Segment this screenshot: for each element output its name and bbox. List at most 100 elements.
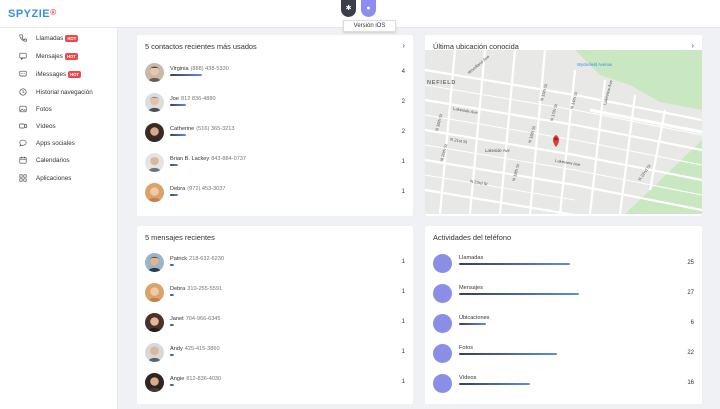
usage-bar [170,264,174,266]
map-label-park: Wyckefield Avenue [577,62,613,67]
logo-text: SPYZIE [8,8,51,20]
usage-bar [170,134,186,136]
contact-name: Brian B. Lackey [170,156,210,162]
sidebar-item-videos[interactable]: Vídeos [18,120,116,132]
chevron-right-icon[interactable]: › [691,41,694,50]
contact-count: 2 [401,129,405,135]
sender-name: Patrick [170,256,188,262]
last-location-card: Última ubicación conocida › Wyckefield A… [425,35,702,216]
spyzie-logo[interactable]: SPYZIE® [8,8,57,20]
os-version-tooltip: Versión iOS [343,20,396,32]
sidebar-item-fotos[interactable]: Fotos [18,103,116,115]
contact-phone: (888) 438-5330 [190,66,229,72]
chevron-right-icon[interactable]: › [402,41,405,50]
message-count: 1 [401,379,405,385]
usage-bar [170,164,178,166]
card-title: 5 contactos recientes más usados [145,42,257,51]
message-count: 1 [401,289,405,295]
sidebar-item-historial[interactable]: Historial navegación [18,86,116,98]
activity-label: Llamadas [459,255,484,261]
contact-name: Debra [170,186,186,192]
android-icon: ✱ [345,5,352,12]
activity-count: 6 [690,320,694,326]
sidebar-item-llamadas[interactable]: Llamadas HOT [18,32,116,44]
video-icon [18,122,27,131]
sender-name: Angie [170,376,185,382]
message-count: 1 [401,259,405,265]
usage-bar [170,354,174,356]
contact-row[interactable]: Joe 812 836-4880 2 [145,93,405,115]
imessage-icon [18,70,27,79]
sidebar-item-apps-sociales[interactable]: Apps sociales [18,137,116,149]
apple-icon: ● [366,5,371,12]
message-count: 1 [401,319,405,325]
phone-activity-card: Actividades del teléfono Llamadas 25 Men… [425,226,702,404]
logo-mark: ® [50,8,57,17]
usage-bar [170,324,174,326]
message-row[interactable]: Patrick 218-632-6230 1 [145,253,405,275]
apps-icon [18,174,27,183]
activity-row-ubicaciones[interactable]: Ubicaciones 6 [433,314,694,336]
activity-dot [433,344,452,363]
phone-icon [18,34,27,43]
activity-row-llamadas[interactable]: Llamadas 25 [433,254,694,276]
activity-dot [433,374,452,393]
message-row[interactable]: Angie 812-836-4030 1 [145,373,405,395]
activity-label: Ubicaciones [459,315,490,321]
hot-badge: HOT [64,52,78,60]
activity-dot [433,314,452,333]
calendar-icon [18,156,27,165]
usage-bar [170,104,186,106]
contact-row[interactable]: Debra (972) 453-3037 1 [145,183,405,205]
activity-count: 25 [687,260,694,266]
activity-count: 27 [687,290,694,296]
contact-count: 1 [401,159,405,165]
sidebar-item-label: Apps sociales [36,139,75,147]
activity-row-fotos[interactable]: Fotos 22 [433,344,694,366]
activity-row-mensajes[interactable]: Mensajes 27 [433,284,694,306]
sender-phone: 310-255-5591 [187,286,223,292]
avatar [145,123,164,142]
sidebar-item-label: Llamadas [36,34,64,42]
sender-name: Debra [170,286,186,292]
contact-row[interactable]: Brian B. Lackey 843-884-0737 1 [145,153,405,175]
ios-platform-tab[interactable]: ● [361,0,376,17]
activity-count: 16 [687,380,694,386]
message-row[interactable]: Debra 310-255-5591 1 [145,283,405,305]
contact-name: Virginia [170,66,189,72]
usage-bar [170,294,174,296]
contact-row[interactable]: Catherine (516) 365-3213 2 [145,123,405,145]
sidebar: Llamadas HOT Mensajes HOT iMessages HOT … [0,28,118,409]
activity-bar [459,293,579,295]
message-row[interactable]: Andy 425-415-3860 1 [145,343,405,365]
message-row[interactable]: Janet 704-966-6345 1 [145,313,405,335]
sidebar-item-label: iMessages [36,70,67,78]
contact-phone: 843-884-0737 [211,156,247,162]
activity-bar [459,323,486,325]
sidebar-item-imessages[interactable]: iMessages HOT [18,68,116,80]
contact-count: 2 [401,99,405,105]
avatar [145,313,164,332]
location-map[interactable]: Wyckefield Avenue NEFIELD Woodland Ave L… [425,50,702,214]
sidebar-item-label: Aplicaciones [36,174,72,182]
sender-name: Janet [170,316,184,322]
contact-row[interactable]: Virginia (888) 438-5330 4 [145,63,405,85]
activity-bar [459,353,557,355]
avatar [145,343,164,362]
sidebar-item-mensajes[interactable]: Mensajes HOT [18,50,116,62]
map-canvas [425,50,702,214]
sender-phone: 425-415-3860 [184,346,220,352]
sidebar-item-label: Fotos [36,105,52,113]
contact-name: Joe [170,96,180,102]
hot-badge: HOT [65,34,79,42]
avatar [145,373,164,392]
android-platform-tab[interactable]: ✱ [341,0,356,17]
sidebar-item-calendarios[interactable]: Calendarios [18,154,116,166]
avatar [145,283,164,302]
map-label-area: NEFIELD [427,80,457,86]
activity-row-videos[interactable]: Vídeos 16 [433,374,694,396]
map-label-street: Lakeside Ave [485,148,510,153]
activity-bar [459,383,530,385]
contact-count: 1 [401,189,405,195]
sidebar-item-aplicaciones[interactable]: Aplicaciones [18,172,116,184]
